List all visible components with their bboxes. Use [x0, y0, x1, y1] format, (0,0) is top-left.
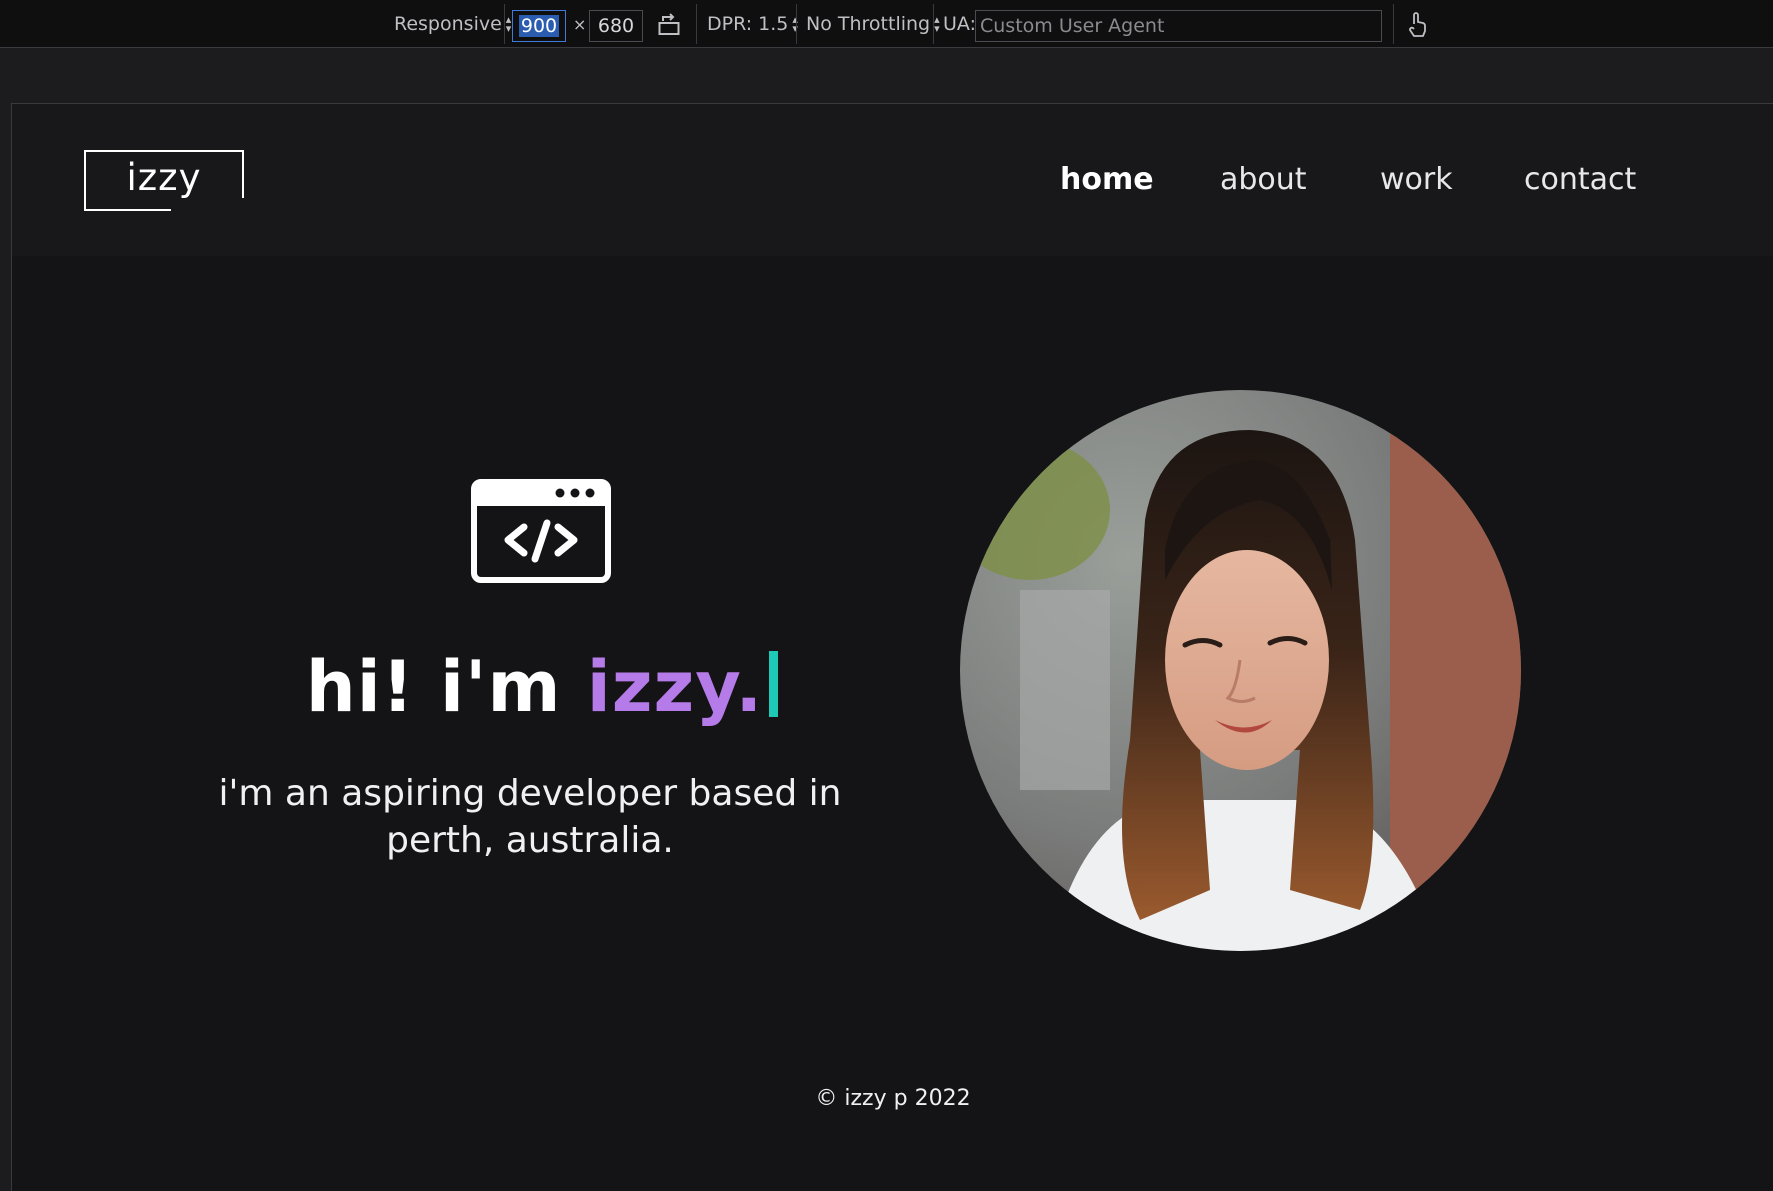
rotate-icon[interactable] — [658, 0, 680, 48]
toolbar-divider — [1393, 4, 1394, 44]
dpr-select[interactable]: DPR: 1.5 ▴▾ — [707, 0, 798, 48]
toolbar-divider — [504, 4, 505, 44]
nav-work[interactable]: work — [1380, 162, 1453, 197]
dpr-label: DPR: 1.5 — [707, 13, 789, 35]
user-agent-input[interactable]: Custom User Agent — [975, 10, 1382, 42]
tagline-line-2: perth, australia. — [386, 820, 674, 861]
site-header: izzy home about work contact — [12, 104, 1773, 256]
hero-headline: hi! i'm izzy. — [12, 646, 1072, 728]
toolbar-divider — [933, 4, 934, 44]
site-logo[interactable]: izzy — [84, 150, 244, 211]
tagline-line-1: i'm an aspiring developer based in — [218, 773, 842, 814]
site-footer: © izzy p 2022 — [815, 1086, 971, 1111]
typing-cursor — [769, 651, 779, 717]
ua-label: UA: — [943, 13, 976, 35]
nav-contact[interactable]: contact — [1524, 162, 1636, 197]
code-window-icon — [471, 479, 611, 583]
device-mode-select[interactable]: Responsive ▴ ▾ — [394, 0, 511, 48]
viewport-height-input[interactable]: 680 — [589, 10, 643, 42]
viewport-height-value: 680 — [597, 15, 635, 37]
throttling-select[interactable]: No Throttling ▴ ▾ — [806, 0, 940, 48]
logo-text: izzy — [126, 156, 202, 199]
page-viewport: izzy home about work contact hi! i'm izz… — [11, 103, 1773, 1191]
toolbar-divider — [796, 4, 797, 44]
times-symbol: × — [573, 14, 587, 34]
updown-arrows-icon: ▴▾ — [934, 13, 940, 35]
viewport-width-value: 900 — [518, 15, 560, 37]
name-text: izzy. — [586, 646, 764, 728]
viewport-width-input[interactable]: 900 — [512, 10, 566, 42]
ua-placeholder: Custom User Agent — [980, 15, 1165, 37]
toolbar-divider — [696, 4, 697, 44]
nav-about[interactable]: about — [1220, 162, 1307, 197]
profile-photo — [960, 390, 1521, 951]
nav-home[interactable]: home — [1060, 162, 1154, 197]
updown-arrows-icon: ▴▾ — [505, 13, 512, 35]
greeting-text: hi! i'm — [305, 646, 587, 728]
touch-simulation-icon[interactable] — [1406, 0, 1428, 48]
throttling-label: No Throttling — [806, 13, 931, 35]
device-mode-label: Responsive — [394, 13, 502, 35]
hero-tagline: i'm an aspiring developer based in perth… — [200, 770, 860, 864]
devtools-toolbar: Responsive ▴▾ 900 × 680 DPR: 1.5 ▴▾ No T… — [0, 0, 1773, 48]
